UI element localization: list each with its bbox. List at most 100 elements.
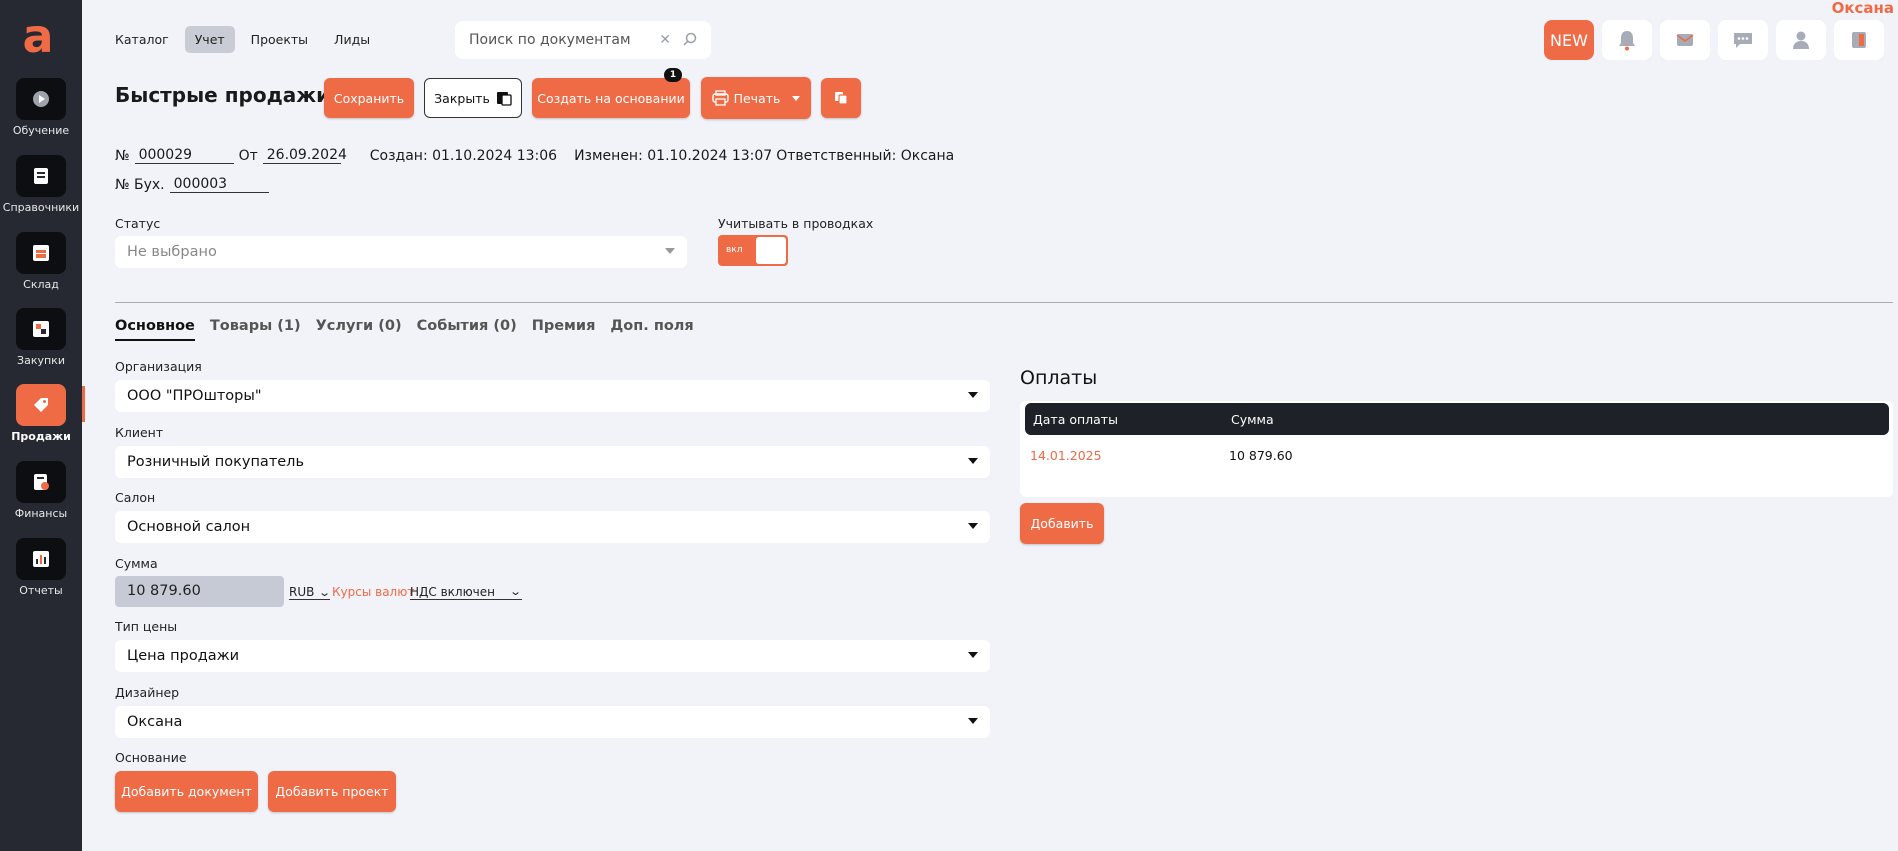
topnav-accounting[interactable]: Учет [184,26,235,53]
toggle-label: вкл [726,245,743,255]
postings-label: Учитывать в проводках [718,216,874,231]
close-button[interactable]: Закрыть [424,78,522,118]
tab-bonus[interactable]: Премия [532,318,596,341]
payments-table-header: Дата оплаты Сумма [1025,403,1889,435]
bell-icon[interactable] [1602,20,1652,60]
salon-value: Основной салон [127,519,251,535]
accounting-number-label: № Бух. [115,177,165,193]
new-button[interactable]: NEW [1544,20,1594,60]
designer-select[interactable]: Оксана [115,706,990,738]
caret-down-icon [968,718,978,724]
play-icon [16,78,66,120]
currency-value: RUB [289,585,315,599]
sidebar-item-reports[interactable]: Отчеты [0,538,82,608]
designer-value: Оксана [127,714,183,730]
add-project-button[interactable]: Добавить проект [268,771,396,812]
top-navigation: Каталог Учет Проекты Лиды [105,26,380,53]
user-name[interactable]: Оксана [1832,0,1894,17]
save-button[interactable]: Сохранить [324,78,414,118]
sidebar-item-learning[interactable]: Обучение [0,78,82,148]
add-document-button[interactable]: Добавить документ [115,771,258,812]
tab-services[interactable]: Услуги (0) [316,318,402,341]
document-number[interactable]: 000029 [134,147,234,164]
number-label: № [115,148,130,164]
column-header-sum: Сумма [1231,412,1274,427]
chat-icon[interactable] [1718,20,1768,60]
topnav-leads[interactable]: Лиды [324,26,380,53]
copy-button[interactable] [821,78,861,118]
tabs: Основное Товары (1) Услуги (0) События (… [115,318,694,341]
close-button-label: Закрыть [434,90,490,106]
salon-select[interactable]: Основной салон [115,511,990,543]
postings-toggle[interactable]: вкл [718,235,788,266]
status-value: Не выбрано [127,244,217,260]
search-input[interactable] [469,32,656,48]
organization-select[interactable]: ООО "ПРОшторы" [115,380,990,412]
sidebar-item-label: Обучение [12,124,70,137]
clear-icon[interactable]: ✕ [659,32,671,48]
tag-icon [16,384,66,426]
create-based-on-button[interactable]: Создать на основании 1 [532,68,690,118]
payment-date[interactable]: 14.01.2025 [1030,448,1102,463]
designer-label: Дизайнер [115,685,180,700]
price-type-label: Тип цены [115,619,178,634]
create-based-on-label: Создать на основании [537,90,685,106]
sidebar-item-directories[interactable]: Справочники [0,155,82,225]
tab-main[interactable]: Основное [115,318,195,341]
status-select[interactable]: Не выбрано [115,236,687,268]
user-icon[interactable] [1776,20,1826,60]
sidebar-item-finance[interactable]: Финансы [0,461,82,531]
mail-icon[interactable] [1660,20,1710,60]
sidebar-item-sales[interactable]: Продажи [0,384,82,454]
book-open-icon[interactable] [1834,20,1884,60]
chevron-down-icon [792,95,801,101]
client-select[interactable]: Розничный покупатель [115,446,990,478]
print-button[interactable]: Печать [701,77,811,119]
basis-label: Основание [115,750,187,765]
sidebar-item-label: Справочники [2,201,80,214]
document-date[interactable]: 26.09.2024 [262,147,347,164]
caret-down-icon [968,652,978,658]
client-label: Клиент [115,425,164,440]
print-button-label: Печать [733,90,781,106]
notification-badge: 1 [664,68,682,82]
document-meta: № 000029 От 26.09.2024 Создан: 01.10.202… [115,147,954,164]
topnav-projects[interactable]: Проекты [241,26,318,53]
printer-icon [711,90,729,106]
search-box: ✕ [455,21,711,59]
sum-label: Сумма [115,556,158,571]
top-icons: NEW [1544,20,1884,60]
sidebar-item-purchases[interactable]: Закупки [0,308,82,378]
topnav-catalog[interactable]: Каталог [105,26,179,53]
currency-select[interactable]: RUB ⌄ [289,585,332,600]
finance-icon [16,461,66,503]
organization-label: Организация [115,359,202,374]
tab-extra-fields[interactable]: Доп. поля [610,318,693,341]
vat-select[interactable]: НДС включен ⌄ [410,585,522,600]
search-icon[interactable] [683,31,697,50]
tab-goods[interactable]: Товары (1) [210,318,301,341]
sidebar-item-label: Финансы [14,507,68,520]
add-payment-button[interactable]: Добавить [1020,503,1104,544]
sum-input[interactable]: 10 879.60 [115,576,284,607]
price-type-select[interactable]: Цена продажи [115,640,990,672]
book-icon [16,155,66,197]
price-type-value: Цена продажи [127,648,240,664]
sidebar-item-label: Отчеты [19,584,63,597]
sidebar-item-label: Закупки [17,354,65,367]
warehouse-icon [16,232,66,274]
accounting-number[interactable]: 000003 [169,176,269,193]
sidebar: a Обучение Справочники Склад Закупки Про… [0,0,82,851]
tab-events[interactable]: События (0) [417,318,517,341]
responsible-info: Ответственный: Оксана [776,148,955,164]
caret-down-icon [968,458,978,464]
app-logo[interactable]: a [20,13,56,59]
sidebar-item-warehouse[interactable]: Склад [0,232,82,302]
sidebar-item-label: Склад [23,278,59,291]
chart-icon [16,538,66,580]
created-info: Создан: 01.10.2024 13:06 [369,148,558,164]
exchange-rates-link[interactable]: Курсы валют [332,585,414,599]
chevron-down-icon: ⌄ [318,586,332,599]
organization-value: ООО "ПРОшторы" [127,388,262,404]
accounting-number-row: № Бух. 000003 [115,176,269,193]
